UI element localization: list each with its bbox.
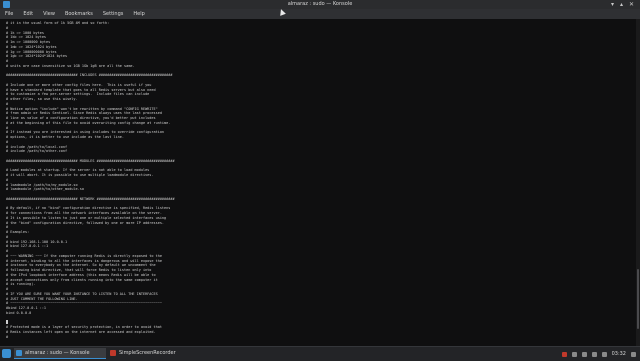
desktop-icon[interactable] [631, 351, 636, 357]
menu-bookmarks[interactable]: Bookmarks [60, 9, 98, 19]
application-launcher-icon[interactable] [2, 349, 11, 358]
minimize-icon[interactable]: ▾ [611, 0, 614, 9]
window-controls: ▾ ▴ ✕ [611, 0, 634, 9]
volume-tray-icon[interactable] [581, 351, 587, 357]
text-cursor [6, 320, 8, 325]
task-label: SimpleScreenRecorder [119, 350, 176, 356]
task-label: almaraz : sudo — Konsole [25, 350, 90, 356]
record-tray-icon[interactable] [561, 351, 567, 357]
terminal-text: # it in the usual form of 1k 5GB 4M and … [0, 19, 636, 339]
menu-view[interactable]: View [38, 9, 60, 19]
menu-bar: File Edit View Bookmarks Settings Help [0, 9, 640, 19]
recorder-task-icon [110, 350, 116, 356]
window-title: almaraz : sudo — Konsole [287, 1, 353, 7]
task-simplescreenrecorder[interactable]: SimpleScreenRecorder [108, 348, 188, 359]
close-icon[interactable]: ✕ [629, 0, 634, 9]
menu-edit[interactable]: Edit [18, 9, 38, 19]
terminal-line: # [6, 334, 9, 339]
scrollbar-thumb[interactable] [637, 269, 639, 329]
menu-help[interactable]: Help [128, 9, 149, 19]
menu-file[interactable]: File [0, 9, 18, 19]
expand-tray-icon[interactable] [601, 351, 607, 357]
window-titlebar[interactable]: almaraz : sudo — Konsole ▾ ▴ ✕ [0, 0, 640, 9]
task-konsole[interactable]: almaraz : sudo — Konsole [14, 348, 106, 359]
taskbar: almaraz : sudo — Konsole SimpleScreenRec… [0, 346, 640, 361]
network-tray-icon[interactable] [591, 351, 597, 357]
menu-settings[interactable]: Settings [98, 9, 129, 19]
clock[interactable]: 03:32 [612, 351, 626, 357]
system-tray: 03:32 [561, 347, 636, 361]
konsole-task-icon [16, 350, 22, 356]
maximize-icon[interactable]: ▴ [620, 0, 623, 9]
clipboard-tray-icon[interactable] [571, 351, 577, 357]
terminal-scrollbar[interactable] [636, 19, 640, 346]
terminal-area[interactable]: # it in the usual form of 1k 5GB 4M and … [0, 19, 636, 346]
